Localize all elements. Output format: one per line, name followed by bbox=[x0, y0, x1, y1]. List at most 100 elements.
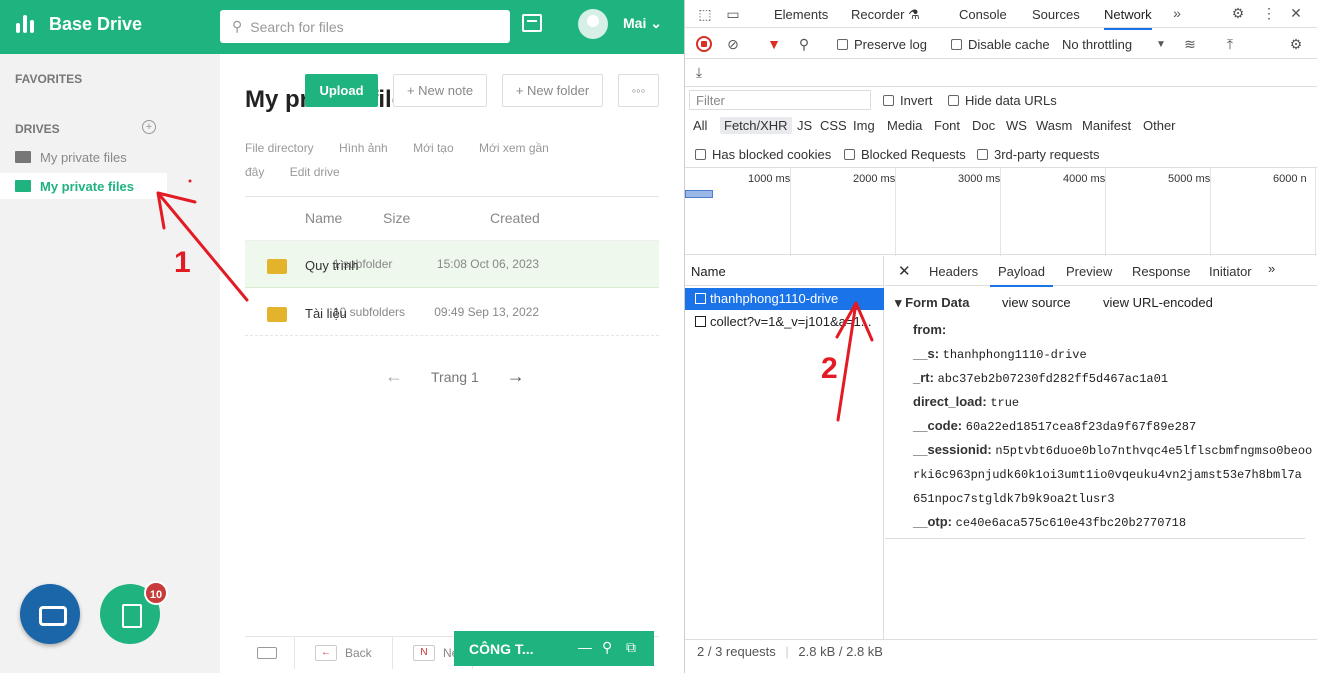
keyboard-button[interactable] bbox=[245, 636, 295, 669]
expand-icon[interactable]: ⧉ bbox=[626, 639, 636, 656]
type-font[interactable]: Font bbox=[934, 118, 960, 133]
close-icon[interactable]: ✕ bbox=[1288, 5, 1304, 21]
row-name[interactable]: Tài liệu bbox=[305, 306, 347, 321]
hide-data-urls-checkbox[interactable]: Hide data URLs bbox=[948, 93, 1057, 108]
tab-console[interactable]: Console bbox=[959, 7, 1007, 22]
tab-preview[interactable]: Preview bbox=[1066, 264, 1112, 279]
new-folder-button[interactable]: + New folder bbox=[502, 74, 603, 107]
form-data-label: Form Data bbox=[905, 295, 970, 310]
col-size[interactable]: Size bbox=[383, 210, 410, 226]
keyboard-icon bbox=[257, 646, 277, 659]
annotation-arrow-1 bbox=[156, 179, 249, 302]
export-har-icon[interactable]: ⤓ bbox=[691, 64, 707, 80]
sidebar-item-private-files[interactable]: My private files bbox=[0, 144, 167, 170]
link-images[interactable]: Hình ảnh bbox=[339, 141, 388, 155]
search-icon[interactable]: ⚲ bbox=[796, 36, 812, 52]
table-row[interactable]: 10 subfolders 09:49 Sep 13, 2022 Tài liệ… bbox=[245, 289, 659, 336]
prev-page-icon[interactable]: ← bbox=[385, 366, 403, 387]
divider bbox=[245, 196, 659, 197]
record-icon[interactable] bbox=[696, 36, 712, 52]
third-party-checkbox[interactable]: 3rd-party requests bbox=[977, 147, 1100, 162]
chat-window-bar[interactable]: CÔNG T... — ⚲ ⧉ bbox=[454, 631, 654, 666]
name-column-header[interactable]: Name bbox=[685, 256, 884, 286]
tab-response[interactable]: Response bbox=[1132, 264, 1191, 279]
view-source-link[interactable]: view source bbox=[1002, 295, 1071, 310]
field-key: __otp: bbox=[913, 514, 952, 529]
more-tabs-icon[interactable]: » bbox=[1169, 5, 1185, 21]
type-manifest[interactable]: Manifest bbox=[1082, 118, 1131, 133]
disable-cache-checkbox[interactable]: Disable cache bbox=[951, 37, 1050, 52]
type-fetch-xhr[interactable]: Fetch/XHR bbox=[720, 117, 792, 134]
sidebar-item-private-files-active[interactable]: My private files bbox=[0, 173, 167, 199]
field-key: __code: bbox=[913, 418, 963, 433]
minimize-icon[interactable]: — bbox=[578, 639, 592, 655]
back-button[interactable]: ← Back bbox=[295, 636, 393, 669]
tab-recorder[interactable]: Recorder ⚗ bbox=[851, 7, 920, 23]
link-edit-drive[interactable]: Edit drive bbox=[290, 165, 340, 179]
more-button[interactable]: ◦◦◦ bbox=[618, 74, 659, 107]
detail-tabbar: ✕ Headers Payload Preview Response Initi… bbox=[885, 256, 1317, 287]
tab-payload[interactable]: Payload bbox=[990, 264, 1053, 287]
link-file-directory[interactable]: File directory bbox=[245, 141, 314, 155]
kebab-menu-icon[interactable]: ⋮ bbox=[1261, 5, 1277, 21]
view-url-encoded-link[interactable]: view URL-encoded bbox=[1103, 295, 1213, 310]
clear-icon[interactable]: ⊘ bbox=[725, 36, 741, 52]
network-timeline[interactable]: 1000 ms 2000 ms 3000 ms 4000 ms 5000 ms … bbox=[685, 167, 1317, 256]
inspect-icon[interactable]: ⬚ bbox=[697, 6, 713, 22]
tab-network[interactable]: Network bbox=[1104, 7, 1152, 30]
field-value: abc37eb2b07230fd282ff5d467ac1a01 bbox=[937, 372, 1169, 386]
blocked-cookies-checkbox[interactable]: Has blocked cookies bbox=[695, 147, 831, 162]
import-har-icon[interactable]: ⤒ bbox=[1222, 36, 1238, 52]
user-menu[interactable]: Mai ⌄ bbox=[623, 15, 662, 32]
tab-elements[interactable]: Elements bbox=[774, 7, 828, 22]
tab-sources[interactable]: Sources bbox=[1032, 7, 1080, 22]
upload-button[interactable]: Upload bbox=[305, 74, 378, 107]
checkbox bbox=[951, 39, 962, 50]
field-value: 60a22ed18517cea8f23da9f67f89e287 bbox=[965, 420, 1197, 434]
filter-icon[interactable]: ▼ bbox=[766, 36, 782, 52]
field-key: __s: bbox=[913, 346, 940, 361]
brand-logo[interactable]: Base Drive bbox=[15, 13, 142, 35]
link-new[interactable]: Mới tạo bbox=[413, 141, 454, 155]
close-detail-icon[interactable]: ✕ bbox=[898, 262, 911, 280]
checkbox bbox=[883, 95, 894, 106]
tab-headers[interactable]: Headers bbox=[929, 264, 978, 279]
type-media[interactable]: Media bbox=[887, 118, 922, 133]
network-settings-icon[interactable]: ⚙ bbox=[1288, 36, 1304, 52]
type-ws[interactable]: WS bbox=[1006, 118, 1027, 133]
top-bar: Base Drive ⚲ Search for files Mai ⌄ bbox=[0, 0, 684, 54]
col-name[interactable]: Name bbox=[305, 210, 342, 226]
more-tabs-icon[interactable]: » bbox=[1268, 261, 1275, 276]
device-toolbar-icon[interactable]: ▭ bbox=[725, 6, 741, 22]
type-css[interactable]: CSS bbox=[820, 118, 847, 133]
devtools-tabbar: ⬚ ▭ Elements Recorder ⚗ Console Sources … bbox=[685, 0, 1317, 30]
throttling-select[interactable]: No throttling bbox=[1062, 37, 1132, 52]
col-created[interactable]: Created bbox=[490, 210, 540, 226]
preserve-log-checkbox[interactable]: Preserve log bbox=[837, 37, 927, 52]
calendar-icon[interactable] bbox=[522, 14, 542, 32]
blocked-requests-checkbox[interactable]: Blocked Requests bbox=[844, 147, 966, 162]
tab-initiator[interactable]: Initiator bbox=[1209, 264, 1252, 279]
search-icon[interactable]: ⚲ bbox=[602, 639, 612, 656]
type-all[interactable]: All bbox=[693, 118, 707, 133]
search-input[interactable]: ⚲ Search for files bbox=[220, 10, 510, 43]
next-page-icon[interactable]: → bbox=[507, 366, 525, 387]
network-conditions-icon[interactable]: ≋ bbox=[1182, 36, 1198, 52]
table-row[interactable]: 1 subfolder 15:08 Oct 06, 2023 Quy trình bbox=[245, 241, 659, 288]
row-name[interactable]: Quy trình bbox=[305, 258, 358, 273]
add-drive-icon[interactable]: + bbox=[142, 120, 156, 134]
form-data-header[interactable]: ▾ Form Data bbox=[895, 295, 969, 311]
type-wasm[interactable]: Wasm bbox=[1036, 118, 1072, 133]
caret-down-icon[interactable]: ▼ bbox=[1153, 37, 1169, 53]
type-js[interactable]: JS bbox=[797, 118, 812, 133]
timeline-label: 1000 ms bbox=[748, 173, 791, 185]
type-img[interactable]: Img bbox=[853, 118, 875, 133]
filter-input[interactable]: Filter bbox=[689, 90, 871, 110]
new-note-button[interactable]: + New note bbox=[393, 74, 487, 107]
type-other[interactable]: Other bbox=[1143, 118, 1176, 133]
invert-checkbox[interactable]: Invert bbox=[883, 93, 933, 108]
avatar[interactable] bbox=[578, 9, 608, 39]
chat-button[interactable] bbox=[20, 584, 80, 644]
type-doc[interactable]: Doc bbox=[972, 118, 995, 133]
settings-gear-icon[interactable]: ⚙ bbox=[1230, 5, 1246, 21]
